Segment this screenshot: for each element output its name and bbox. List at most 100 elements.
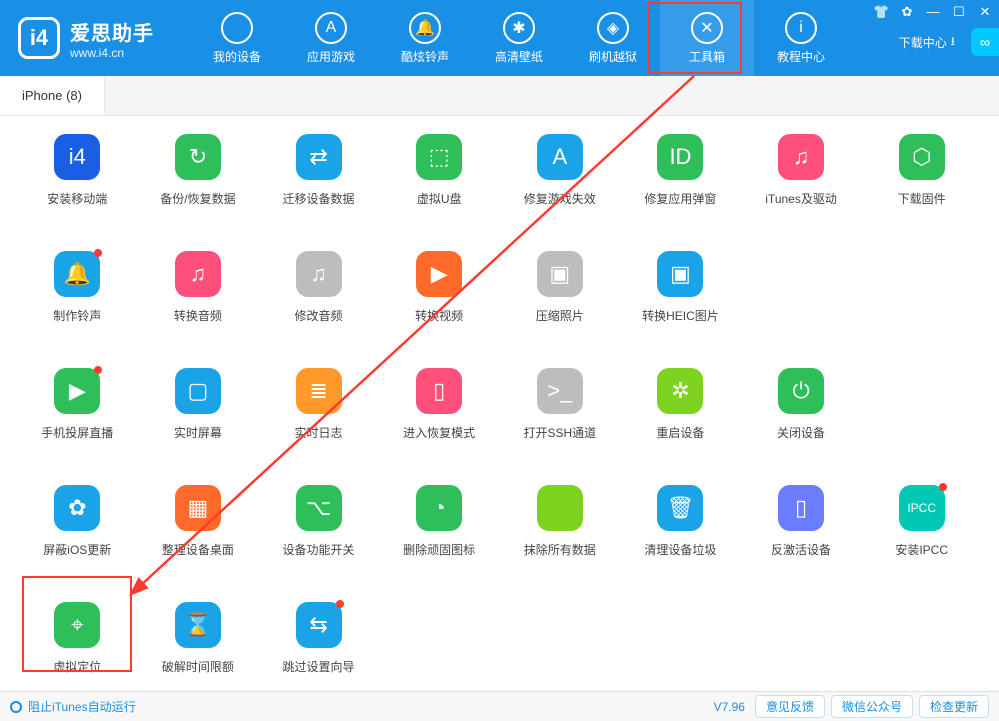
tool-item[interactable]: ⌛ 破解时间限额 [143, 602, 254, 675]
tool-item[interactable]: ▶ 手机投屏直播 [22, 368, 133, 441]
side-badge-icon[interactable]: ∞ [971, 28, 999, 56]
nav-item-3[interactable]: ✱高清壁纸 [472, 0, 566, 76]
nav-label: 我的设备 [213, 48, 261, 65]
nav-item-0[interactable]: 我的设备 [190, 0, 284, 76]
shirt-icon[interactable]: 👕 [873, 4, 889, 20]
tool-icon: ♫ [778, 134, 824, 180]
tool-label: 屏蔽iOS更新 [43, 541, 111, 558]
nav-item-5[interactable]: ✕工具箱 [660, 0, 754, 76]
wechat-button[interactable]: 微信公众号 [831, 695, 913, 718]
logo-icon: i4 [18, 17, 60, 59]
nav-item-4[interactable]: ◈刷机越狱 [566, 0, 660, 76]
close-icon[interactable]: ✕ [977, 4, 993, 20]
tool-item[interactable]: ▣压缩照片 [505, 251, 616, 324]
tool-label: 转换HEIC图片 [642, 307, 719, 324]
tool-item[interactable]: ♫ iTunes及驱动 [746, 134, 857, 207]
tool-label: 进入恢复模式 [403, 424, 475, 441]
tool-item[interactable]: ⌥ 设备功能开关 [263, 485, 374, 558]
tool-icon: ▦ [175, 485, 221, 531]
maximize-icon[interactable]: ☐ [951, 4, 967, 20]
tool-icon: ▶ [416, 251, 462, 297]
tool-icon: ◔ [416, 485, 462, 531]
tool-label: 设备功能开关 [283, 541, 355, 558]
tool-item[interactable]: ↻备份/恢复数据 [143, 134, 254, 207]
tool-item[interactable]: IPCC安装IPCC [866, 485, 977, 558]
tool-icon: ▶ [54, 368, 100, 414]
app-subtitle: www.i4.cn [70, 46, 154, 60]
tool-label: 破解时间限额 [162, 658, 234, 675]
app-title: 爱思助手 [70, 17, 154, 46]
tool-item[interactable]: ⇆跳过设置向导 [263, 602, 374, 675]
tool-item[interactable]: ▯进入恢复模式 [384, 368, 495, 441]
nav-label: 应用游戏 [307, 48, 355, 65]
tool-item[interactable]: ⬡ 下载固件 [866, 134, 977, 207]
version-label: V7.96 [714, 700, 745, 714]
tool-icon: IPCC [899, 485, 945, 531]
tool-item[interactable]: ⇄迁移设备数据 [263, 134, 374, 207]
tool-label: 反激活设备 [771, 541, 831, 558]
tool-item[interactable]: ▶ 转换视频 [384, 251, 495, 324]
tool-item[interactable]: i4安装移动端 [22, 134, 133, 207]
tool-label: 转换视频 [415, 307, 463, 324]
tool-item[interactable]: ♫修改音频 [263, 251, 374, 324]
tool-icon: ⌥ [296, 485, 342, 531]
settings-icon[interactable]: ✿ [899, 4, 915, 20]
tool-label: iTunes及驱动 [765, 190, 837, 207]
nav-label: 酷炫铃声 [401, 48, 449, 65]
tool-item[interactable]: 🔔制作铃声 [22, 251, 133, 324]
tool-item[interactable]: ⬚ 虚拟U盘 [384, 134, 495, 207]
tool-label: 重启设备 [656, 424, 704, 441]
tool-icon: ⬚ [416, 134, 462, 180]
tool-item[interactable]: ✲重启设备 [625, 368, 736, 441]
tool-item[interactable]: >_ 打开SSH通道 [505, 368, 616, 441]
status-left-text[interactable]: 阻止iTunes自动运行 [28, 698, 136, 715]
tool-item[interactable]: ✿屏蔽iOS更新 [22, 485, 133, 558]
tool-icon: >_ [537, 368, 583, 414]
tool-label: 抹除所有数据 [524, 541, 596, 558]
nav-item-6[interactable]: i教程中心 [754, 0, 848, 76]
tool-icon: ⌛ [175, 602, 221, 648]
tool-label: 手机投屏直播 [41, 424, 113, 441]
tool-item[interactable]: ≣实时日志 [263, 368, 374, 441]
device-tabbar: iPhone (8) [0, 76, 999, 116]
window-controls: 👕 ✿ — ☐ ✕ [873, 4, 993, 20]
tool-item[interactable]: ID修复应用弹窗 [625, 134, 736, 207]
nav-label: 高清壁纸 [495, 48, 543, 65]
tool-icon: ⬡ [899, 134, 945, 180]
tool-item[interactable]: ♫转换音频 [143, 251, 254, 324]
nav-item-2[interactable]: 🔔酷炫铃声 [378, 0, 472, 76]
tool-icon: A [537, 134, 583, 180]
nav-icon: A [315, 12, 347, 44]
nav-item-1[interactable]: A 应用游戏 [284, 0, 378, 76]
feedback-button[interactable]: 意见反馈 [755, 695, 825, 718]
tool-item[interactable]: A修复游戏失效 [505, 134, 616, 207]
tool-icon: ▢ [175, 368, 221, 414]
tool-label: 下载固件 [898, 190, 946, 207]
tool-icon: ⇆ [296, 602, 342, 648]
tool-item[interactable]: ▣ 转换HEIC图片 [625, 251, 736, 324]
tool-label: 虚拟U盘 [417, 190, 462, 207]
tool-item[interactable]: ▯反激活设备 [746, 485, 857, 558]
status-toggle-icon[interactable] [10, 701, 22, 713]
device-tab[interactable]: iPhone (8) [0, 76, 105, 115]
nav-icon: ✕ [691, 12, 723, 44]
tool-icon: ID [657, 134, 703, 180]
tool-icon: ↻ [175, 134, 221, 180]
tool-item[interactable]: ⌖虚拟定位 [22, 602, 133, 675]
tool-item[interactable]: ⏻关闭设备 [746, 368, 857, 441]
download-center-link[interactable]: 下载中心 ⭳ [899, 32, 955, 53]
nav-label: 教程中心 [777, 48, 825, 65]
tool-item[interactable]: 抹除所有数据 [505, 485, 616, 558]
check-update-button[interactable]: 检查更新 [919, 695, 989, 718]
tool-item[interactable]: ▦整理设备桌面 [143, 485, 254, 558]
tool-icon: ≣ [296, 368, 342, 414]
tool-icon: ⇄ [296, 134, 342, 180]
tool-item[interactable]: ▢实时屏幕 [143, 368, 254, 441]
tool-item[interactable]: 🗑清理设备垃圾 [625, 485, 736, 558]
tool-label: 转换音频 [174, 307, 222, 324]
nav-label: 刷机越狱 [589, 48, 637, 65]
minimize-icon[interactable]: — [925, 4, 941, 20]
tool-icon: ▣ [657, 251, 703, 297]
tool-item[interactable]: ◔删除顽固图标 [384, 485, 495, 558]
tool-label: 打开SSH通道 [523, 424, 596, 441]
